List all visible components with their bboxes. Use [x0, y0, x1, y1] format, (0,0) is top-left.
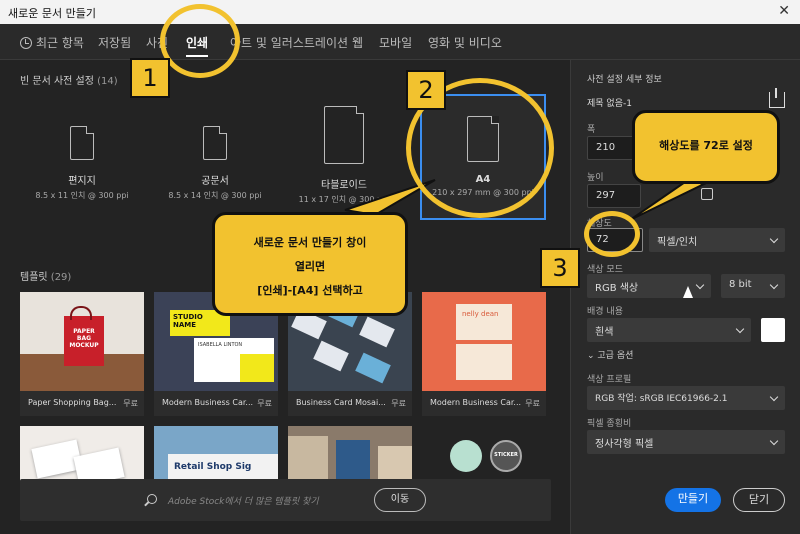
tab-web[interactable]: 웹 [352, 34, 363, 51]
template-card[interactable]: PAPER BAG MOCKUP 무료 Paper Shopping Bag... [20, 292, 144, 416]
go-button[interactable]: 이동 [374, 488, 426, 512]
color-profile-select[interactable]: RGB 작업: sRGB IEC61966-2.1 [587, 386, 785, 410]
height-input[interactable]: 297 [587, 184, 641, 208]
tab-film[interactable]: 영화 및 비디오 [428, 34, 502, 51]
advanced-options-toggle[interactable]: ⌄ 고급 옵션 [587, 348, 633, 361]
stock-search-input[interactable]: Adobe Stock에서 더 많은 템플릿 찾기 [168, 494, 319, 507]
pixel-ratio-label: 픽셀 종횡비 [587, 419, 632, 429]
template-card[interactable]: nelly dean 무료 Modern Business Car... [422, 292, 546, 416]
background-select[interactable]: 흰색 [587, 318, 751, 342]
clock-icon [20, 37, 32, 49]
details-title: 사전 설정 세부 정보 [587, 75, 662, 85]
step-3-badge: 3 [540, 248, 580, 288]
chevron-down-icon [769, 280, 779, 290]
category-tabs: 최근 항목 저장됨 사진 인쇄 아트 및 일러스트레이션 웹 모바일 영화 및 … [0, 24, 800, 60]
width-label: 폭 [587, 125, 596, 135]
resolution-unit-select[interactable]: 픽셀/인치 [649, 228, 785, 252]
template-thumbnail: PAPER BAG MOCKUP [20, 292, 144, 391]
template-thumbnail: nelly dean [422, 292, 546, 391]
step-2-badge: 2 [406, 70, 446, 110]
close-icon[interactable]: ✕ [778, 3, 790, 19]
chevron-down-icon [695, 280, 705, 290]
tab-recent[interactable]: 최근 항목 [20, 34, 84, 51]
profile-label: 색상 프로필 [587, 375, 632, 385]
callout-main: 새로운 문서 만들기 창이 열리면 [인쇄]-[A4] 선택하고 [212, 212, 408, 316]
stock-search-bar: Adobe Stock에서 더 많은 템플릿 찾기 이동 [20, 479, 551, 521]
title-bar: 새로운 문서 만들기 ✕ [0, 0, 800, 24]
chevron-down-icon [769, 392, 779, 402]
preset-tabloid[interactable]: 타블로이드 11 x 17 인치 @ 300 ppi [284, 106, 404, 221]
chevron-down-icon [769, 436, 779, 446]
mouse-cursor-icon [683, 286, 693, 298]
document-icon [70, 126, 94, 160]
window-title: 새로운 문서 만들기 [8, 7, 96, 20]
pixel-ratio-select[interactable]: 정사각형 픽셀 [587, 430, 785, 454]
close-button[interactable]: 닫기 [733, 488, 785, 512]
templates-heading: 템플릿 (29) [20, 272, 72, 283]
bit-depth-select[interactable]: 8 bit [721, 274, 785, 298]
document-icon [324, 106, 364, 164]
highlight-circle-resolution [584, 211, 640, 257]
search-icon [147, 494, 157, 504]
tab-art[interactable]: 아트 및 일러스트레이션 [230, 34, 348, 51]
chevron-down-icon [769, 234, 779, 244]
background-label: 배경 내용 [587, 307, 623, 317]
preset-letter[interactable]: 편지지 8.5 x 11 인치 @ 300 ppi [22, 120, 142, 235]
callout-resolution: 해상도를 72로 설정 [632, 110, 780, 184]
document-icon [203, 126, 227, 160]
height-label: 높이 [587, 173, 604, 183]
create-button[interactable]: 만들기 [665, 488, 721, 512]
tab-mobile[interactable]: 모바일 [379, 34, 412, 51]
highlight-circle-print-tab [160, 4, 240, 78]
background-color-swatch[interactable] [761, 318, 785, 342]
step-1-badge: 1 [130, 58, 170, 98]
doc-name-field[interactable]: 제목 없음-1 [587, 96, 632, 109]
tab-saved[interactable]: 저장됨 [98, 34, 131, 51]
orientation-landscape-icon[interactable] [701, 188, 713, 200]
save-preset-icon[interactable] [769, 88, 785, 108]
chevron-down-icon [735, 324, 745, 334]
presets-heading: 빈 문서 사전 설정 (14) [20, 76, 118, 87]
